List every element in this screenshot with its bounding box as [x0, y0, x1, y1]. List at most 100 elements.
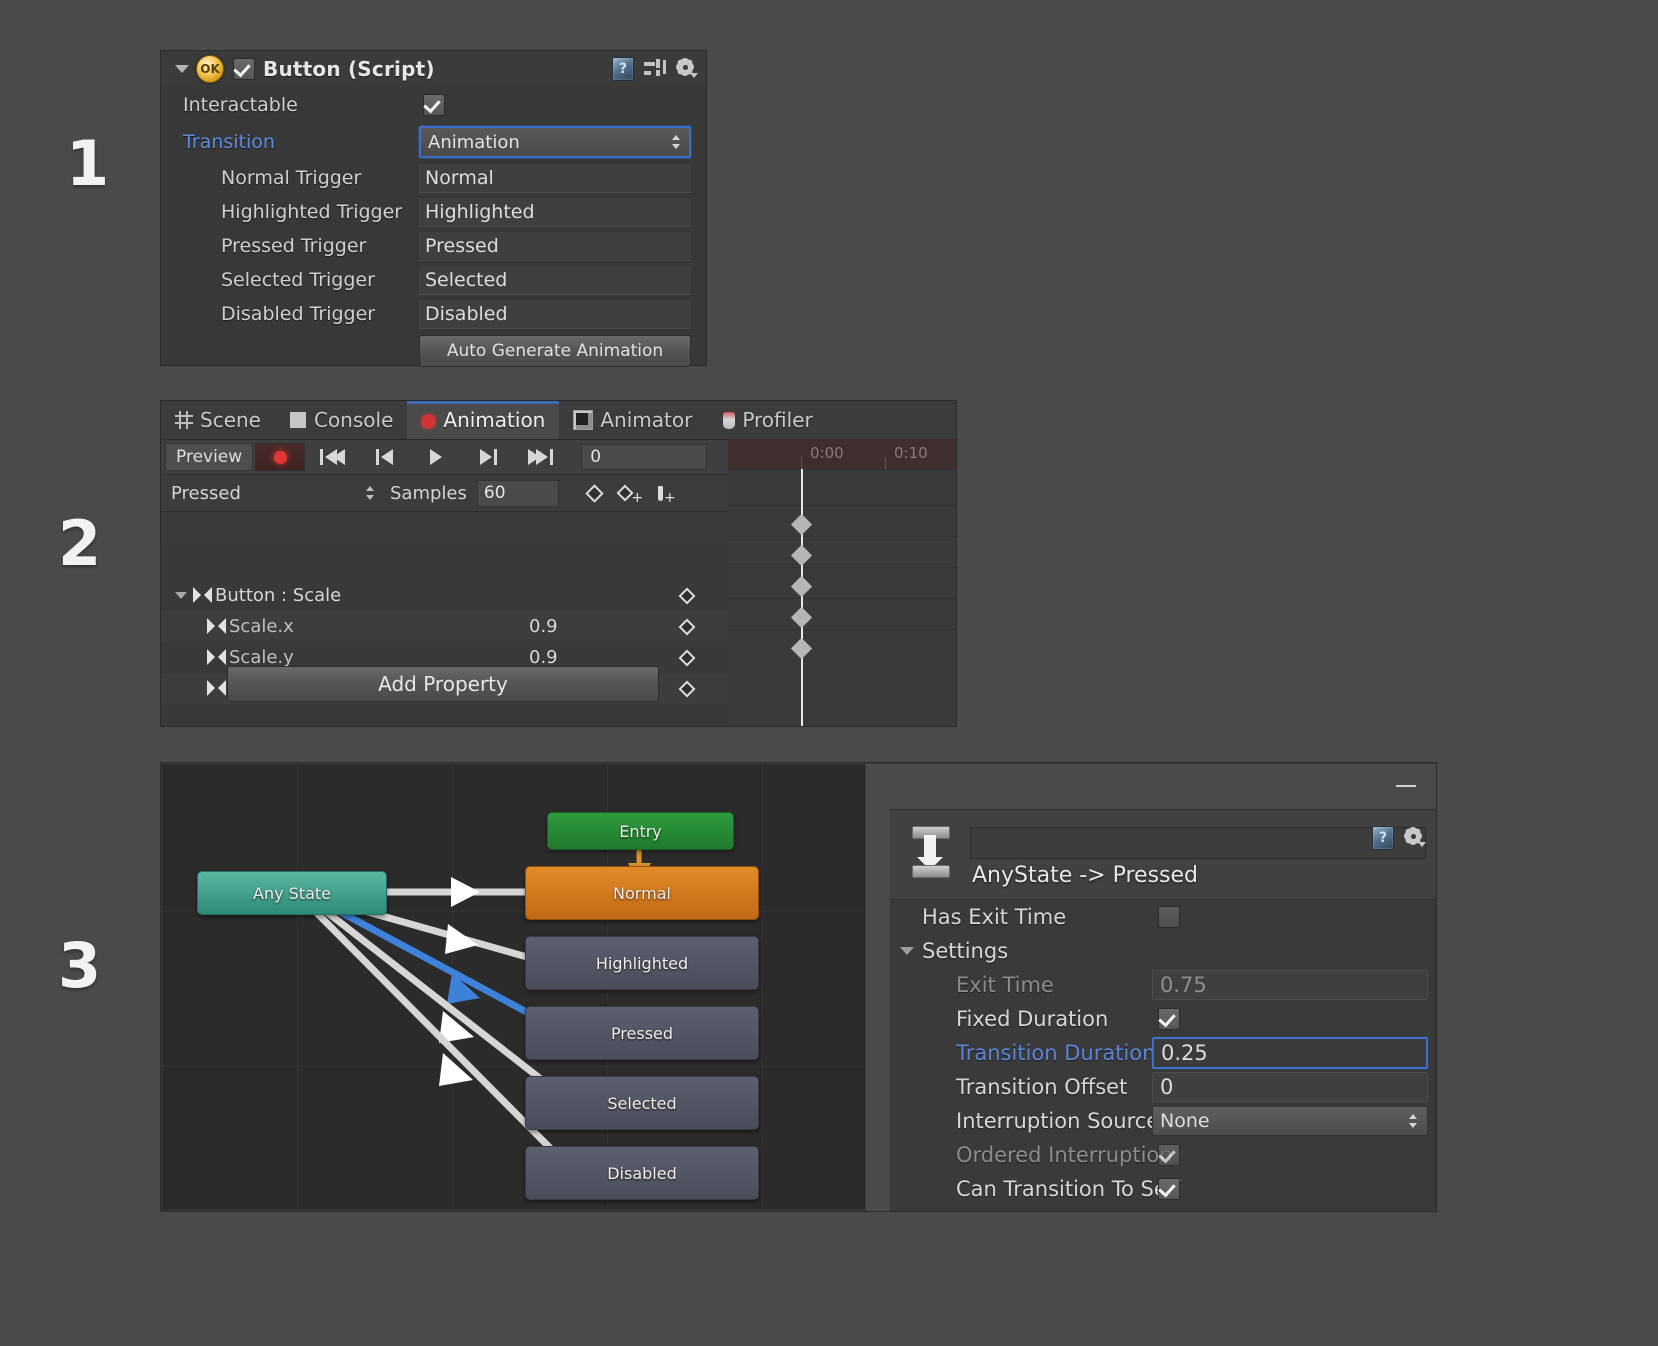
can-transition-to-self-checkbox[interactable] — [1158, 1178, 1180, 1200]
component-foldout-icon[interactable] — [175, 65, 189, 73]
has-exit-time-checkbox[interactable] — [1158, 906, 1180, 928]
keyframe-toggle-icon[interactable] — [681, 590, 693, 602]
add-keyframe-plus-icon[interactable]: + — [613, 480, 649, 506]
tab-profiler-label: Profiler — [742, 408, 812, 432]
curve-name: Scale.y — [229, 647, 294, 668]
transition-duration-input[interactable]: 0.25 — [1152, 1037, 1428, 1069]
script-ok-badge-icon: OK — [196, 55, 224, 83]
interruption-source-dropdown[interactable]: None — [1152, 1106, 1428, 1136]
label-ordered-interruption: Ordered Interruption — [922, 1143, 1173, 1167]
add-property-button[interactable]: Add Property — [227, 666, 659, 702]
transition-dropdown-value: Animation — [428, 132, 520, 153]
inspector-header: OK Button (Script) ? — [161, 51, 706, 87]
timeline-keyframe[interactable] — [791, 607, 812, 628]
state-node-any-state[interactable]: Any State — [197, 871, 387, 915]
transition-offset-input[interactable]: 0 — [1152, 1072, 1428, 1102]
exit-time-input[interactable]: 0.75 — [1152, 970, 1428, 1000]
curve-row-root[interactable]: Button : Scale — [161, 580, 728, 611]
tab-animation[interactable]: Animation — [407, 401, 559, 439]
animation-timeline[interactable]: 0:00 0:10 — [728, 439, 956, 726]
transition-arrows — [162, 764, 865, 1210]
selected-trigger-input[interactable]: Selected — [419, 266, 691, 295]
clip-selector-value: Pressed — [171, 483, 241, 504]
highlighted-trigger-input[interactable]: Highlighted — [419, 198, 691, 227]
preview-button[interactable]: Preview — [165, 443, 253, 471]
timeline-keyframe[interactable] — [791, 576, 812, 597]
row-fixed-duration: Fixed Duration — [890, 1002, 1436, 1036]
transition-icon — [904, 824, 956, 880]
tab-profiler[interactable]: Profiler — [706, 401, 826, 439]
row-settings-foldout[interactable]: Settings — [890, 934, 1436, 968]
ordered-interruption-checkbox[interactable] — [1158, 1144, 1180, 1166]
help-icon[interactable]: ? — [1372, 826, 1394, 850]
inspector-header-icons: ? — [612, 57, 698, 81]
component-title: Button (Script) — [263, 57, 435, 81]
gear-icon[interactable] — [1404, 828, 1426, 848]
normal-trigger-input[interactable]: Normal — [419, 164, 691, 193]
label-transition-offset: Transition Offset — [922, 1075, 1127, 1099]
samples-input[interactable]: 60 — [477, 480, 559, 507]
row-transition: Transition Animation — [161, 123, 706, 161]
curve-row-scale-x[interactable]: Scale.x 0.9 — [161, 611, 728, 642]
clip-selector-dropdown[interactable]: Pressed — [161, 479, 386, 507]
interactable-checkbox[interactable] — [423, 94, 445, 116]
animator-state-graph[interactable]: Entry Any State Normal Highlighted Press… — [162, 764, 865, 1210]
pressed-trigger-input[interactable]: Pressed — [419, 232, 691, 261]
state-node-label: Disabled — [607, 1164, 677, 1183]
state-node-entry[interactable]: Entry — [547, 812, 734, 850]
curve-value[interactable]: 0.9 — [529, 616, 558, 637]
timeline-keyframe[interactable] — [791, 514, 812, 535]
prev-frame-icon[interactable] — [359, 444, 409, 470]
curve-foldout-icon[interactable] — [175, 592, 187, 599]
keyframe-toggle-icon[interactable] — [681, 652, 693, 664]
button-script-inspector-panel: OK Button (Script) ? Interactable Transi… — [160, 50, 707, 366]
state-node-disabled[interactable]: Disabled — [525, 1146, 759, 1200]
fixed-duration-checkbox[interactable] — [1158, 1008, 1180, 1030]
tab-console[interactable]: Console — [275, 401, 407, 439]
animator-window-panel: Entry Any State Normal Highlighted Press… — [160, 762, 1437, 1212]
add-event-icon[interactable]: + — [649, 480, 685, 506]
minimize-icon[interactable] — [1396, 776, 1418, 794]
row-pressed-trigger: Pressed Trigger Pressed — [161, 229, 706, 263]
profiler-icon — [723, 412, 735, 429]
component-enabled-checkbox[interactable] — [233, 58, 255, 80]
state-node-highlighted[interactable]: Highlighted — [525, 936, 759, 990]
keyframe-toggle-icon[interactable] — [681, 621, 693, 633]
transition-dropdown[interactable]: Animation — [419, 126, 691, 158]
settings-foldout-icon[interactable] — [900, 947, 914, 955]
help-icon[interactable]: ? — [612, 57, 634, 81]
curve-value[interactable]: 0.9 — [529, 647, 558, 668]
auto-generate-animation-button[interactable]: Auto Generate Animation — [419, 335, 691, 367]
tab-scene-label: Scene — [200, 408, 261, 432]
timeline-body[interactable] — [728, 469, 956, 726]
play-icon[interactable] — [411, 444, 461, 470]
timeline-playhead[interactable] — [801, 469, 803, 726]
current-frame-input[interactable]: 0 — [581, 444, 707, 470]
transition-name-input[interactable] — [970, 827, 1426, 859]
preset-icon[interactable] — [644, 59, 666, 79]
keyframe-toggle-icon[interactable] — [681, 683, 693, 695]
timeline-ruler[interactable]: 0:00 0:10 — [728, 439, 956, 470]
timeline-keyframe[interactable] — [791, 638, 812, 659]
row-disabled-trigger: Disabled Trigger Disabled — [161, 297, 706, 331]
step-number-1: 1 — [66, 133, 107, 195]
timeline-keyframe[interactable] — [791, 545, 812, 566]
label-has-exit-time: Has Exit Time — [922, 905, 1066, 929]
state-node-label: Any State — [253, 884, 331, 903]
next-frame-icon[interactable] — [463, 444, 513, 470]
first-frame-icon[interactable] — [307, 444, 357, 470]
gear-icon[interactable] — [676, 59, 698, 79]
state-node-selected[interactable]: Selected — [525, 1076, 759, 1130]
state-node-label: Normal — [613, 884, 671, 903]
tab-animator[interactable]: Animator — [559, 401, 706, 439]
add-keyframe-icon[interactable] — [577, 480, 613, 506]
console-icon — [289, 411, 307, 429]
ruler-tick: 0:00 — [810, 444, 844, 462]
interruption-source-value: None — [1160, 1110, 1210, 1132]
record-button-icon[interactable] — [255, 443, 305, 471]
tab-scene[interactable]: Scene — [161, 401, 275, 439]
last-frame-icon[interactable] — [515, 444, 565, 470]
disabled-trigger-input[interactable]: Disabled — [419, 300, 691, 329]
state-node-pressed[interactable]: Pressed — [525, 1006, 759, 1060]
state-node-normal[interactable]: Normal — [525, 866, 759, 920]
